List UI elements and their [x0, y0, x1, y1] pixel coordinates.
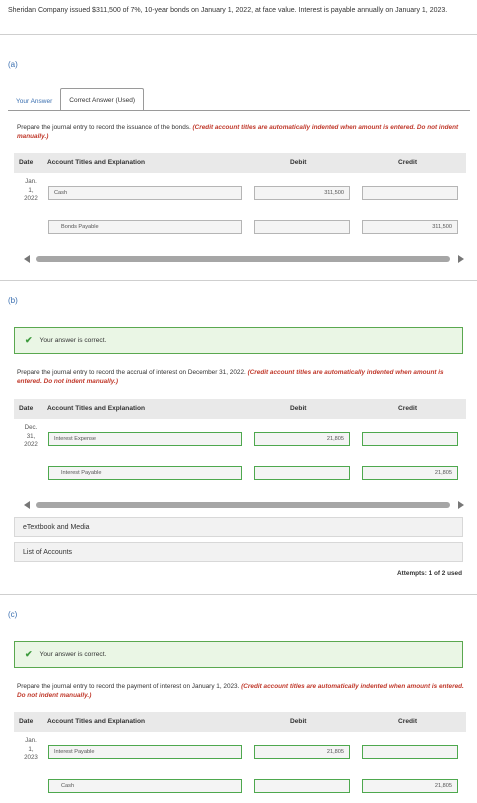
scroll-left-arrow-icon[interactable]: [24, 255, 30, 263]
credit-field[interactable]: [362, 745, 458, 759]
debit-field[interactable]: [254, 779, 350, 793]
problem-statement: Sheridan Company issued $311,500 of 7%, …: [8, 7, 448, 14]
account-field[interactable]: Cash: [48, 186, 242, 200]
correct-answer-banner: ✔ Your answer is correct.: [14, 641, 463, 668]
part-a-instruction: Prepare the journal entry to record the …: [17, 123, 467, 141]
part-a-instruction-text: Prepare the journal entry to record the …: [17, 124, 191, 131]
correct-message: Your answer is correct.: [39, 337, 107, 344]
header-account: Account Titles and Explanation: [47, 718, 146, 725]
header-date: Date: [19, 405, 34, 412]
etextbook-link[interactable]: eTextbook and Media: [14, 517, 463, 537]
header-credit: Credit: [398, 405, 418, 412]
tab-your-answer[interactable]: Your Answer: [8, 91, 60, 111]
date-year: 2022: [24, 195, 38, 202]
header-credit: Credit: [398, 159, 418, 166]
part-a-divider: [0, 34, 477, 35]
date-year: 2023: [24, 754, 38, 761]
scroll-right-arrow-icon[interactable]: [458, 255, 464, 263]
date-day: 31,: [26, 432, 36, 440]
header-date: Date: [19, 718, 34, 725]
header-credit: Credit: [398, 718, 418, 725]
date-day: 1,: [28, 186, 34, 194]
credit-field[interactable]: 21,805: [362, 466, 458, 480]
debit-field[interactable]: [254, 466, 350, 480]
date-year: 2022: [24, 441, 38, 448]
answer-tabs: Your Answer Correct Answer (Used): [8, 88, 145, 111]
account-field[interactable]: Interest Payable: [48, 466, 242, 480]
tab-underline: [8, 110, 470, 111]
part-c-instruction-text: Prepare the journal entry to record the …: [17, 683, 240, 690]
part-b-table-header: Date Account Titles and Explanation Debi…: [14, 399, 466, 419]
correct-answer-banner: ✔ Your answer is correct.: [14, 327, 463, 354]
correct-message: Your answer is correct.: [39, 651, 107, 658]
header-debit: Debit: [290, 718, 307, 725]
part-a-label: (a): [8, 60, 18, 69]
part-b-instruction-text: Prepare the journal entry to record the …: [17, 369, 246, 376]
header-account: Account Titles and Explanation: [47, 405, 146, 412]
credit-field[interactable]: 21,805: [362, 779, 458, 793]
part-c-date: Jan. 1, 2023: [17, 737, 45, 763]
part-b-divider: [0, 280, 477, 281]
check-icon: ✔: [25, 649, 33, 659]
account-field[interactable]: Bonds Payable: [48, 220, 242, 234]
scroll-thumb[interactable]: [36, 502, 450, 508]
scroll-right-arrow-icon[interactable]: [458, 501, 464, 509]
horizontal-scrollbar[interactable]: [24, 500, 464, 510]
account-field[interactable]: Interest Expense: [48, 432, 242, 446]
account-field[interactable]: Cash: [48, 779, 242, 793]
part-c-instruction: Prepare the journal entry to record the …: [17, 682, 467, 700]
check-icon: ✔: [25, 335, 33, 345]
part-c-label: (c): [8, 610, 18, 619]
header-debit: Debit: [290, 405, 307, 412]
account-field[interactable]: Interest Payable: [48, 745, 242, 759]
part-b-instruction: Prepare the journal entry to record the …: [17, 368, 467, 386]
credit-field[interactable]: 311,500: [362, 220, 458, 234]
tab-correct-answer[interactable]: Correct Answer (Used): [60, 88, 145, 111]
debit-field[interactable]: 311,500: [254, 186, 350, 200]
header-debit: Debit: [290, 159, 307, 166]
scroll-left-arrow-icon[interactable]: [24, 501, 30, 509]
scroll-thumb[interactable]: [36, 256, 450, 262]
date-month: Dec.: [24, 424, 38, 431]
debit-field[interactable]: [254, 220, 350, 234]
header-date: Date: [19, 159, 34, 166]
part-b-label: (b): [8, 296, 18, 305]
part-a-date: Jan. 1, 2022: [17, 178, 45, 204]
date-day: 1,: [28, 745, 34, 753]
credit-field[interactable]: [362, 186, 458, 200]
debit-field[interactable]: 21,805: [254, 745, 350, 759]
horizontal-scrollbar[interactable]: [24, 254, 464, 264]
date-month: Jan.: [25, 737, 37, 744]
part-c-table-header: Date Account Titles and Explanation Debi…: [14, 712, 466, 732]
header-account: Account Titles and Explanation: [47, 159, 146, 166]
part-b-date: Dec. 31, 2022: [17, 424, 45, 450]
part-c-divider: [0, 594, 477, 595]
attempts-counter: Attempts: 1 of 2 used: [397, 570, 462, 577]
credit-field[interactable]: [362, 432, 458, 446]
list-of-accounts-link[interactable]: List of Accounts: [14, 542, 463, 562]
part-a-table-header: Date Account Titles and Explanation Debi…: [14, 153, 466, 173]
date-month: Jan.: [25, 178, 37, 185]
debit-field[interactable]: 21,805: [254, 432, 350, 446]
